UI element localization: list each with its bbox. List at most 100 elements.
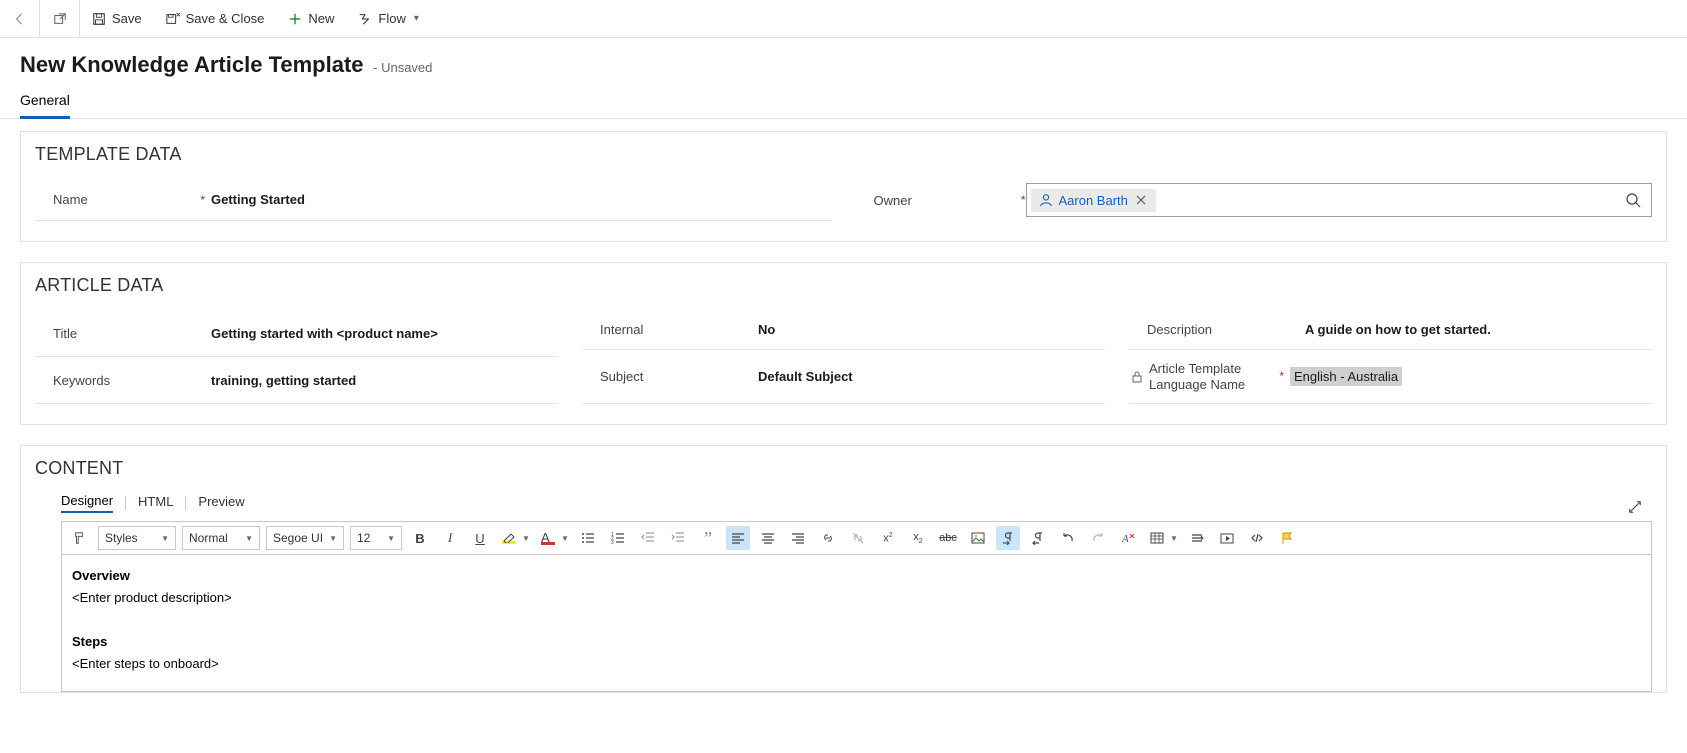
description-value: A guide on how to get started. xyxy=(1299,322,1652,337)
owner-lookup-input[interactable]: Aaron Barth xyxy=(1026,183,1653,217)
keywords-label: Keywords xyxy=(53,373,110,388)
internal-field[interactable]: Internal No xyxy=(582,310,1105,350)
paragraph-format-select[interactable]: Normal ▼ xyxy=(182,526,260,550)
italic-button[interactable]: I xyxy=(438,526,462,550)
plus-icon xyxy=(288,12,302,26)
bold-icon: B xyxy=(415,531,424,546)
name-field[interactable]: Name * Getting Started xyxy=(35,179,832,221)
format-painter-icon xyxy=(73,531,87,545)
keywords-field[interactable]: Keywords training, getting started xyxy=(35,357,558,404)
redo-button[interactable] xyxy=(1086,526,1110,550)
name-value: Getting Started xyxy=(205,192,832,207)
superscript-icon: x2 xyxy=(883,532,892,545)
align-left-icon xyxy=(731,531,745,545)
redo-icon xyxy=(1091,531,1105,545)
align-center-button[interactable] xyxy=(756,526,780,550)
image-icon xyxy=(971,531,985,545)
new-button[interactable]: New xyxy=(276,0,346,38)
title-field[interactable]: Title Getting started with <product name… xyxy=(35,310,558,357)
font-size-select[interactable]: 12 ▼ xyxy=(350,526,402,550)
flow-icon xyxy=(358,12,372,26)
title-label: Title xyxy=(53,326,77,341)
content-tab-designer[interactable]: Designer xyxy=(61,493,113,513)
flow-button[interactable]: Flow ▾ xyxy=(346,0,430,38)
styles-select-value: Styles xyxy=(105,531,138,545)
section-title-content: CONTENT xyxy=(35,458,1652,479)
dropdown-icon[interactable]: ▼ xyxy=(560,534,570,543)
lock-icon xyxy=(1131,371,1143,383)
table-icon xyxy=(1150,531,1164,545)
bullet-list-button[interactable] xyxy=(576,526,600,550)
font-color-button[interactable]: A ▼ xyxy=(537,526,570,550)
subscript-button[interactable]: x2 xyxy=(906,526,930,550)
underline-icon: U xyxy=(475,531,484,546)
insert-table-button[interactable]: ▼ xyxy=(1146,526,1179,550)
form-body: TEMPLATE DATA Name * Getting Started Own… xyxy=(0,119,1687,733)
blockquote-button[interactable]: ” xyxy=(696,526,720,550)
owner-field[interactable]: Owner * Aaron Barth xyxy=(856,179,1653,221)
tab-general[interactable]: General xyxy=(20,92,70,119)
align-right-button[interactable] xyxy=(786,526,810,550)
link-icon xyxy=(821,531,835,545)
outdent-button[interactable] xyxy=(636,526,660,550)
expand-icon xyxy=(1628,500,1642,514)
italic-icon: I xyxy=(448,530,452,546)
subject-field[interactable]: Subject Default Subject xyxy=(582,350,1105,404)
owner-search-button[interactable] xyxy=(1619,192,1647,208)
numbered-list-button[interactable]: 123 xyxy=(606,526,630,550)
content-tab-preview[interactable]: Preview xyxy=(198,494,244,512)
form-tabs: General xyxy=(20,92,1667,119)
indent-button[interactable] xyxy=(666,526,690,550)
undo-button[interactable] xyxy=(1056,526,1080,550)
content-heading-overview: Overview xyxy=(72,565,1641,587)
personalize-button[interactable] xyxy=(1275,526,1299,550)
unlink-icon xyxy=(851,531,865,545)
content-tab-html[interactable]: HTML xyxy=(138,494,173,512)
expand-editor-button[interactable] xyxy=(1622,494,1648,520)
styles-select[interactable]: Styles ▼ xyxy=(98,526,176,550)
save-close-button[interactable]: Save & Close xyxy=(154,0,277,38)
dropdown-icon: ▼ xyxy=(161,534,169,543)
quote-icon: ” xyxy=(704,533,712,544)
dropdown-icon[interactable]: ▼ xyxy=(1169,534,1179,543)
clear-format-icon: A xyxy=(1121,531,1135,545)
subject-value: Default Subject xyxy=(752,369,1105,384)
back-button[interactable] xyxy=(0,0,40,38)
editor-body[interactable]: Overview <Enter product description> Ste… xyxy=(62,555,1651,691)
close-icon xyxy=(1136,195,1146,205)
underline-button[interactable]: U xyxy=(468,526,492,550)
superscript-button[interactable]: x2 xyxy=(876,526,900,550)
bold-button[interactable]: B xyxy=(408,526,432,550)
code-icon xyxy=(1250,531,1264,545)
page-save-status: - Unsaved xyxy=(373,60,432,75)
page-title: New Knowledge Article Template xyxy=(20,52,364,78)
insert-image-button[interactable] xyxy=(966,526,990,550)
insert-link-button[interactable] xyxy=(816,526,840,550)
font-family-select[interactable]: Segoe UI ▼ xyxy=(266,526,344,550)
dropdown-icon[interactable]: ▼ xyxy=(521,534,531,543)
remove-link-button[interactable] xyxy=(846,526,870,550)
collapse-toolbar-button[interactable] xyxy=(1185,526,1209,550)
description-field[interactable]: Description A guide on how to get starte… xyxy=(1129,310,1652,350)
view-source-button[interactable] xyxy=(1245,526,1269,550)
font-color-icon: A xyxy=(541,531,555,545)
save-button[interactable]: Save xyxy=(80,0,154,38)
internal-value: No xyxy=(752,322,1105,337)
align-left-button[interactable] xyxy=(726,526,750,550)
person-icon xyxy=(1039,193,1053,207)
strikethrough-icon: abc xyxy=(939,532,957,544)
rtl-button[interactable] xyxy=(1026,526,1050,550)
svg-text:3: 3 xyxy=(611,540,614,545)
open-new-window-button[interactable] xyxy=(40,0,80,38)
ltr-button[interactable] xyxy=(996,526,1020,550)
strikethrough-button[interactable]: abc xyxy=(936,526,960,550)
dropdown-icon: ▼ xyxy=(387,534,395,543)
highlight-color-button[interactable]: ▼ xyxy=(498,526,531,550)
owner-chip-remove[interactable] xyxy=(1134,195,1148,205)
owner-chip[interactable]: Aaron Barth xyxy=(1031,189,1156,212)
dropdown-icon: ▼ xyxy=(245,534,253,543)
format-painter-button[interactable] xyxy=(68,526,92,550)
insert-media-button[interactable] xyxy=(1215,526,1239,550)
content-placeholder-overview: <Enter product description> xyxy=(72,587,1641,609)
clear-formatting-button[interactable]: A xyxy=(1116,526,1140,550)
